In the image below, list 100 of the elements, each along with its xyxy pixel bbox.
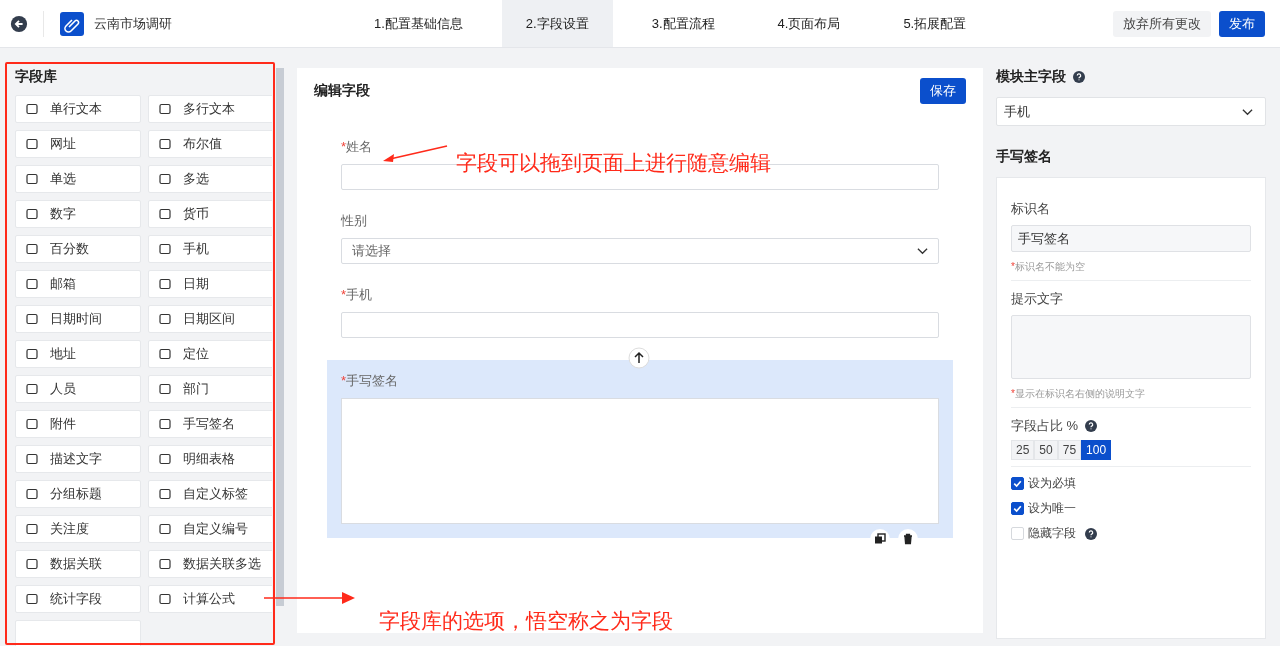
- step-tab[interactable]: 2.字段设置: [501, 0, 613, 47]
- field-type-icon: [159, 593, 171, 605]
- field-type-item[interactable]: 关注度: [15, 515, 141, 543]
- field-type-item[interactable]: 人员: [15, 375, 141, 403]
- annotation-text: 字段可以拖到页面上进行随意编辑: [456, 150, 771, 176]
- field-type-item[interactable]: 手写签名: [148, 410, 272, 438]
- help-icon[interactable]: [1085, 527, 1097, 540]
- help-icon[interactable]: [1073, 71, 1085, 83]
- field-type-icon: [26, 558, 38, 570]
- field-type-item[interactable]: 网址: [15, 130, 141, 158]
- field-type-item[interactable]: 多选: [148, 165, 272, 193]
- field-type-icon: [159, 523, 171, 535]
- field-type-item[interactable]: 货币: [148, 200, 272, 228]
- hint-text: *显示在标识名右侧的说明文字: [1011, 387, 1146, 401]
- discard-button[interactable]: 放弃所有更改: [1113, 10, 1211, 37]
- field-label: *姓名: [341, 138, 373, 156]
- annotation-text: 字段库的选项，悟空称之为字段: [379, 608, 673, 634]
- field-type-item[interactable]: 单选: [15, 165, 141, 193]
- step-tab[interactable]: 4.页面布局: [753, 0, 865, 47]
- field-type-item[interactable]: 数据关联多选: [148, 550, 272, 578]
- field-type-icon: [159, 558, 171, 570]
- field-type-item[interactable]: 自定义标签: [148, 480, 272, 508]
- field-label: 标识名: [1011, 200, 1051, 218]
- field-type-item[interactable]: 描述文字: [15, 445, 141, 473]
- width-option[interactable]: 50: [1034, 440, 1058, 460]
- field-type-icon: [26, 138, 38, 150]
- field-type-item[interactable]: 附件: [15, 410, 141, 438]
- field-type-icon: [159, 103, 171, 115]
- save-button[interactable]: 保存: [920, 78, 966, 104]
- chevron-down-icon: [917, 247, 928, 255]
- field-type-item[interactable]: 明细表格: [148, 445, 272, 473]
- field-type-icon: [26, 383, 38, 395]
- field-type-icon: [159, 488, 171, 500]
- arrow-up-button-icon[interactable]: [628, 347, 650, 369]
- field-type-item[interactable]: 部门: [148, 375, 272, 403]
- field-type-item-partial[interactable]: [15, 620, 141, 646]
- publish-button[interactable]: 发布: [1219, 10, 1265, 37]
- field-type-item[interactable]: 统计字段: [15, 585, 141, 613]
- select-field[interactable]: 请选择: [341, 238, 939, 264]
- field-type-item[interactable]: 日期区间: [148, 305, 272, 333]
- field-label: 性别: [341, 212, 367, 230]
- field-type-item[interactable]: 布尔值: [148, 130, 272, 158]
- checkbox[interactable]: [1011, 502, 1024, 515]
- field-label: 提示文字: [1011, 290, 1064, 308]
- field-type-icon: [26, 103, 38, 115]
- app-title: 云南市场调研: [94, 14, 172, 33]
- section-title: 模块主字段: [996, 68, 1066, 86]
- field-type-icon: [26, 278, 38, 290]
- width-option[interactable]: 100: [1081, 440, 1112, 460]
- field-type-icon: [26, 593, 38, 605]
- field-type-icon: [26, 243, 38, 255]
- name-input[interactable]: 手写签名: [1011, 225, 1251, 252]
- field-label: 字段占比 %: [1011, 417, 1079, 435]
- input-field[interactable]: [341, 312, 939, 338]
- field-type-item[interactable]: 地址: [15, 340, 141, 368]
- annotation-arrow: [382, 145, 448, 163]
- checkbox[interactable]: [1011, 477, 1024, 490]
- hint-text: *标识名不能为空: [1011, 260, 1086, 274]
- field-type-icon: [159, 348, 171, 360]
- field-type-icon: [159, 418, 171, 430]
- step-tab[interactable]: 1.配置基础信息: [350, 0, 487, 47]
- field-type-item[interactable]: 日期: [148, 270, 272, 298]
- field-type-icon: [159, 138, 171, 150]
- field-type-item[interactable]: 数字: [15, 200, 141, 228]
- checkbox-label: 隐藏字段: [1028, 526, 1076, 541]
- step-tab[interactable]: 3.配置流程: [627, 0, 739, 47]
- field-type-icon: [159, 173, 171, 185]
- field-type-icon: [26, 488, 38, 500]
- width-option[interactable]: 75: [1057, 440, 1082, 460]
- main-field-select[interactable]: 手机: [996, 97, 1266, 126]
- back-icon[interactable]: [10, 14, 28, 33]
- field-type-item[interactable]: 计算公式: [148, 585, 272, 613]
- selected-field-block[interactable]: *手写签名: [327, 360, 953, 538]
- field-type-item[interactable]: 手机: [148, 235, 272, 263]
- width-option[interactable]: 25: [1011, 440, 1035, 460]
- field-label: *手写签名: [341, 372, 399, 390]
- field-type-icon: [159, 453, 171, 465]
- field-type-icon: [159, 208, 171, 220]
- field-type-icon: [26, 208, 38, 220]
- card-title: 编辑字段: [314, 82, 370, 100]
- field-type-icon: [26, 418, 38, 430]
- checkbox-label: 设为必填: [1028, 476, 1076, 491]
- field-type-item[interactable]: 日期时间: [15, 305, 141, 333]
- field-type-icon: [26, 173, 38, 185]
- field-type-item[interactable]: 分组标题: [15, 480, 141, 508]
- field-type-item[interactable]: 定位: [148, 340, 272, 368]
- field-type-item[interactable]: 单行文本: [15, 95, 141, 123]
- scrollbar[interactable]: [276, 68, 284, 606]
- field-type-icon: [26, 523, 38, 535]
- checkbox-label: 设为唯一: [1028, 501, 1076, 516]
- step-tab[interactable]: 5.拓展配置: [879, 0, 991, 47]
- field-type-icon: [159, 278, 171, 290]
- field-type-item[interactable]: 百分数: [15, 235, 141, 263]
- field-type-item[interactable]: 自定义编号: [148, 515, 272, 543]
- field-type-icon: [159, 243, 171, 255]
- field-type-item[interactable]: 数据关联: [15, 550, 141, 578]
- help-icon[interactable]: [1085, 420, 1098, 432]
- field-type-icon: [159, 383, 171, 395]
- field-type-item[interactable]: 多行文本: [148, 95, 272, 123]
- field-type-item[interactable]: 邮箱: [15, 270, 141, 298]
